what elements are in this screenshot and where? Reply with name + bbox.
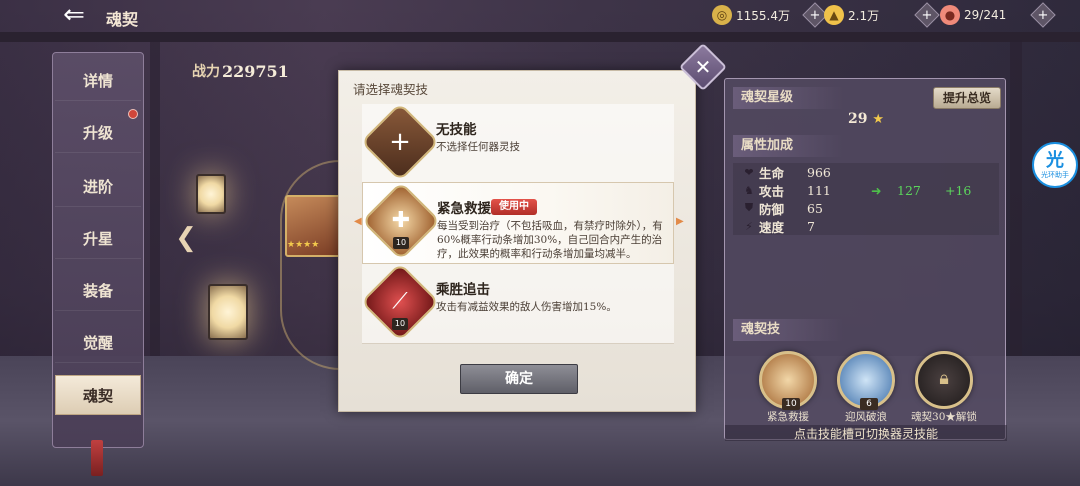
speed-icon: ⚡ [745,219,753,233]
confirm-button[interactable]: 确定 [460,364,578,394]
assistant-glyph: 光 [1046,150,1064,171]
star-total: 29 ★ [733,111,999,129]
add-peaches-button[interactable]: + [1030,2,1056,28]
attr-row-attack: ♞ 攻击 111 ➜ 127 +16 [733,181,999,199]
resource-value: 1155.4万 [736,8,790,23]
attr-value: 65 [807,200,823,216]
add-ingots-button[interactable]: + [914,2,940,28]
option-name: 紧急救援 [437,201,491,217]
star-icon: ★ [872,112,884,127]
option-emergency-rescue[interactable]: ✚ 10 紧急救援 使用中 每当受到治疗（不包括吸血，有禁疗时除外），有60%概… [361,181,674,264]
option-name: 无技能 [436,122,477,138]
attr-row-speed: ⚡ 速度 7 [733,217,999,235]
modal-title: 请选择魂契技 [353,82,429,97]
selected-caret-left-icon: ◀ [354,216,362,227]
attr-name: 速度 [759,219,785,235]
skill-slot-rescue[interactable]: 10 [759,351,817,410]
plus-icon: + [389,127,411,157]
pillar [150,40,160,360]
attr-new-value: 127 [897,182,921,198]
attr-name: 防御 [759,201,785,217]
attr-value: 966 [807,164,831,180]
top-bar: ⇐ 魂契 ◎ 1155.4万 + ▲ 2.1万 + ● 29/241 + [0,0,1080,32]
shield-icon: ⛊ [744,201,754,214]
attr-value: 7 [807,218,815,234]
option-no-skill[interactable]: + 无技能 不选择任何器灵技 [360,102,674,184]
attr-section-title: 属性加成 [733,135,843,157]
option-pursuit[interactable]: ⟋ 10 乘胜追击 攻击有减益效果的敌人伤害增加15%。 [360,262,674,344]
peach-icon: ● [940,5,960,25]
resource-peaches: ● 29/241 + [940,2,1056,28]
attr-row-defense: ⛊ 防御 65 [733,199,999,217]
nav-item-equipment[interactable]: 装备 [55,271,141,311]
skill-caption: 迎风破浪 [845,411,887,423]
skill-level: 10 [393,237,409,249]
pillar [1010,40,1022,360]
attr-name: 攻击 [759,183,785,199]
close-icon: ✕ [694,55,712,79]
resource-coins: ◎ 1155.4万 + [712,2,828,28]
combat-power: 战力 229751 [192,60,289,82]
upgrade-overview-button[interactable]: 提升总览 [933,87,1001,109]
attr-row-hp: ❤ 生命 966 [733,163,999,181]
nav-item-star-up[interactable]: 升星 [55,219,141,259]
star-section-title: 魂契星级 [733,87,843,109]
resource-value: 29/241 [964,8,1007,22]
nav-item-soul-contract[interactable]: 魂契 [55,375,141,415]
option-name: 乘胜追击 [436,282,490,298]
skill-level: 10 [392,318,408,330]
resource-ingots: ▲ 2.1万 + [824,2,940,28]
page-title: 魂契 [106,10,139,29]
lantern [208,284,248,340]
power-label: 战力 [192,64,220,80]
attr-name: 生命 [759,165,785,181]
gold-ingot-icon: ▲ [824,5,844,25]
star-total-value: 29 [847,111,868,127]
skill-caption: 魂契30★解锁 [911,411,977,423]
portrait-stars-icon: ★★★★ [287,240,320,250]
skill-slot-wind[interactable]: 6 [837,351,895,410]
previous-arrow-icon[interactable]: ❮ [172,224,200,252]
nav-item-advance[interactable]: 进阶 [55,167,141,207]
nav-item-level-up[interactable]: 升级 [55,113,141,153]
right-panel: 魂契星级 提升总览 29 ★ 属性加成 ❤ 生命 966 ♞ 攻击 111 ➜ … [724,78,1007,441]
attr-value: 111 [807,182,831,198]
power-value: 229751 [222,61,289,81]
resource-value: 2.1万 [848,8,880,23]
selected-caret-right-icon: ▶ [676,216,684,227]
arrow-right-icon: ➜ [871,182,882,198]
back-arrow-icon[interactable]: ⇐ [52,2,96,28]
skill-section-title: 魂契技 [733,319,843,341]
in-use-badge: 使用中 [491,199,537,215]
attack-icon: ♞ [744,183,754,197]
switch-hint: 点击技能槽可切换器灵技能 [725,425,1007,441]
option-desc: 攻击有减益效果的敌人伤害增加15%。 [436,301,617,313]
notification-dot [128,109,138,119]
lock-icon: 🔒︎ [939,368,949,389]
lantern [196,174,226,214]
roof-beam [0,32,1080,42]
coin-icon: ◎ [712,5,732,25]
option-desc: 不选择任何器灵技 [436,141,520,153]
skill-slot-locked[interactable]: 🔒︎ [915,351,973,409]
tassel-decoration [91,440,103,476]
skill-caption: 紧急救援 [767,411,809,423]
attr-diff: +16 [945,182,972,198]
nav-item-details[interactable]: 详情 [55,61,141,101]
option-desc: 每当受到治疗（不包括吸血，有禁疗时除外），有60%概率行动条增加30%，自己回合… [437,220,663,260]
assistant-float-button[interactable]: 光 光环助手 [1032,142,1078,188]
assistant-label: 光环助手 [1041,171,1069,179]
nav-item-awaken[interactable]: 觉醒 [55,323,141,363]
heart-icon: ❤ [744,165,754,179]
